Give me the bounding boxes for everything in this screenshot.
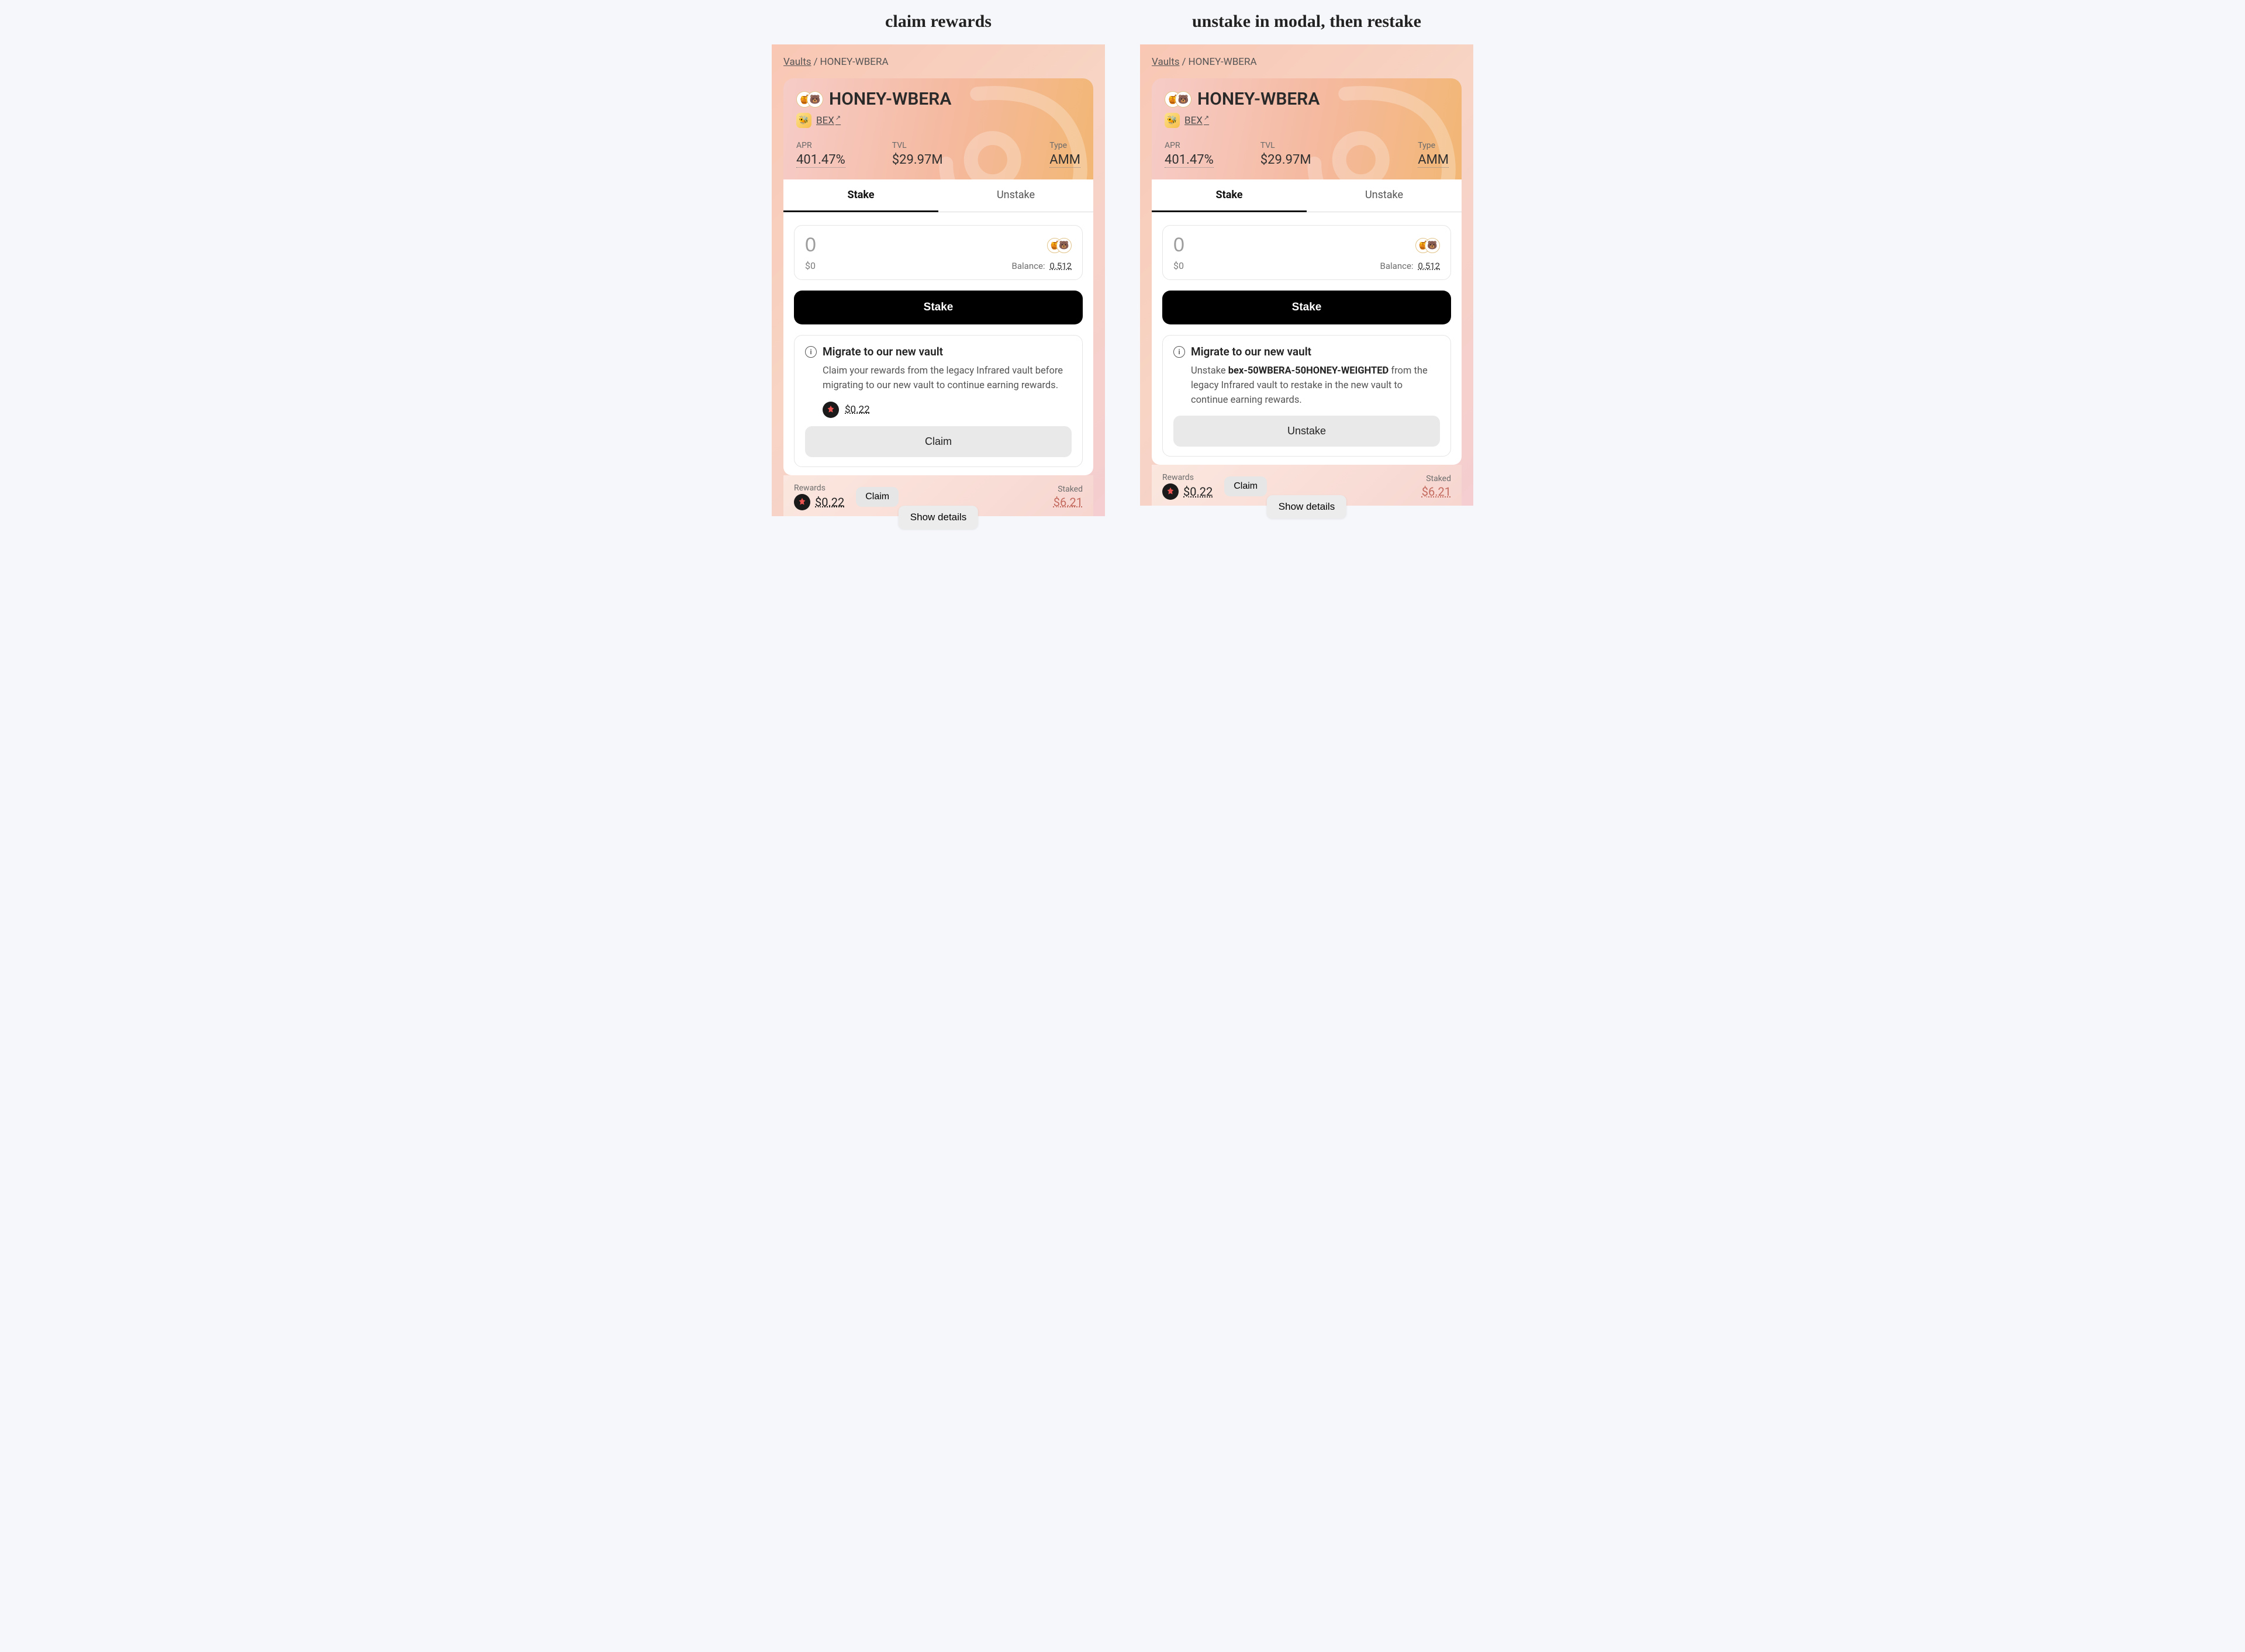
- footer-bar: Rewards $0.22 Claim: [783, 475, 1093, 516]
- variant-heading-right: unstake in modal, then restake: [1192, 12, 1421, 32]
- balance-label: Balance:: [1012, 261, 1045, 271]
- breadcrumb: Vaults/HONEY-WBERA: [783, 56, 1093, 68]
- vault-header-card: 🍯 🐻 HONEY-WBERA 🐝 BEX↗: [1152, 78, 1462, 179]
- vault-screen-left: Vaults/HONEY-WBERA 🍯: [772, 44, 1105, 516]
- type-label: Type: [1418, 141, 1449, 150]
- breadcrumb: Vaults/HONEY-WBERA: [1152, 56, 1462, 68]
- tvl-label: TVL: [1260, 141, 1311, 150]
- type-label: Type: [1049, 141, 1080, 150]
- footer-rewards-value[interactable]: $0.22: [1183, 485, 1213, 499]
- footer-staked-label: Staked: [1054, 485, 1083, 494]
- vault-header-card: 🍯 🐻 HONEY-WBERA 🐝 BEX↗: [783, 78, 1093, 179]
- fiat-value: $0: [805, 260, 816, 271]
- token-pair-icons: 🍯 🐻: [796, 91, 823, 108]
- reward-token-icon: [1162, 483, 1179, 500]
- balance-value[interactable]: 0.512: [1418, 261, 1440, 271]
- footer-staked-label: Staked: [1422, 474, 1451, 483]
- apr-value[interactable]: 401.47%: [796, 153, 845, 168]
- migrate-body: Unstake bex-50WBERA-50HONEY-WEIGHTED fro…: [1191, 364, 1440, 407]
- apr-label: APR: [1165, 141, 1214, 150]
- info-icon: i: [1173, 346, 1185, 358]
- tvl-value: $29.97M: [892, 153, 943, 167]
- stake-button[interactable]: Stake: [1162, 291, 1451, 324]
- breadcrumb-root[interactable]: Vaults: [783, 56, 811, 68]
- vault-name: HONEY-WBERA: [1197, 89, 1320, 109]
- exchange-link[interactable]: BEX↗: [816, 114, 841, 127]
- exchange-link[interactable]: BEX↗: [1184, 114, 1209, 127]
- balance-value[interactable]: 0.512: [1049, 261, 1072, 271]
- footer-staked-value[interactable]: $6.21: [1422, 485, 1451, 499]
- reward-token-icon: [794, 494, 810, 510]
- show-details-button[interactable]: Show details: [899, 506, 978, 529]
- footer-bar: Rewards $0.22 Claim: [1152, 465, 1462, 506]
- footer-claim-button[interactable]: Claim: [1224, 476, 1267, 496]
- amount-input-card: 🍯 🐻 $0 Balance: 0.512: [1162, 225, 1451, 280]
- wbera-token-icon: 🐻: [1175, 91, 1191, 108]
- input-token-icons: 🍯 🐻: [1047, 238, 1072, 253]
- migrate-unstake-button[interactable]: Unstake: [1173, 416, 1440, 447]
- wbera-token-icon: 🐻: [1425, 238, 1440, 253]
- token-pair-icons: 🍯 🐻: [1165, 91, 1191, 108]
- bex-badge-icon: 🐝: [1165, 113, 1180, 128]
- amount-input-card: 🍯 🐻 $0 Balance: 0.512: [794, 225, 1083, 280]
- wbera-token-icon: 🐻: [807, 91, 823, 108]
- tab-unstake[interactable]: Unstake: [1307, 179, 1462, 212]
- show-details-button[interactable]: Show details: [1267, 495, 1346, 519]
- info-icon: i: [805, 346, 817, 358]
- migrate-reward-amount[interactable]: $0.22: [845, 404, 870, 416]
- migrate-body: Claim your rewards from the legacy Infra…: [823, 364, 1072, 393]
- breadcrumb-current: HONEY-WBERA: [820, 56, 889, 68]
- breadcrumb-current: HONEY-WBERA: [1189, 56, 1257, 68]
- footer-rewards-label: Rewards: [794, 483, 844, 493]
- balance-label: Balance:: [1380, 261, 1414, 271]
- wbera-token-icon: 🐻: [1056, 238, 1072, 253]
- stake-tabs: Stake Unstake: [783, 179, 1093, 212]
- footer-rewards-value[interactable]: $0.22: [815, 495, 844, 509]
- migrate-notice-card: i Migrate to our new vault Unstake bex-5…: [1162, 335, 1451, 457]
- fiat-value: $0: [1173, 260, 1184, 271]
- footer-claim-button[interactable]: Claim: [856, 487, 899, 507]
- vault-screen-right: Vaults/HONEY-WBERA 🍯: [1140, 44, 1473, 506]
- bex-badge-icon: 🐝: [796, 113, 811, 128]
- stake-tabs: Stake Unstake: [1152, 179, 1462, 212]
- tvl-value: $29.97M: [1260, 153, 1311, 167]
- amount-input[interactable]: [805, 234, 965, 257]
- apr-value[interactable]: 401.47%: [1165, 153, 1214, 168]
- breadcrumb-root[interactable]: Vaults: [1152, 56, 1180, 68]
- type-value[interactable]: AMM: [1049, 153, 1080, 168]
- variant-heading-left: claim rewards: [885, 12, 992, 32]
- external-link-icon: ↗: [835, 114, 841, 122]
- input-token-icons: 🍯 🐻: [1415, 238, 1440, 253]
- external-link-icon: ↗: [1204, 114, 1209, 122]
- footer-staked-value[interactable]: $6.21: [1054, 495, 1083, 509]
- apr-label: APR: [796, 141, 845, 150]
- tab-unstake[interactable]: Unstake: [938, 179, 1093, 212]
- migrate-title: Migrate to our new vault: [823, 345, 943, 358]
- stake-button[interactable]: Stake: [794, 291, 1083, 324]
- reward-token-icon: [823, 402, 839, 418]
- migrate-notice-card: i Migrate to our new vault Claim your re…: [794, 335, 1083, 467]
- tvl-label: TVL: [892, 141, 943, 150]
- type-value[interactable]: AMM: [1418, 153, 1449, 168]
- migrate-claim-button[interactable]: Claim: [805, 426, 1072, 457]
- footer-rewards-label: Rewards: [1162, 473, 1213, 482]
- vault-name: HONEY-WBERA: [829, 89, 951, 109]
- tab-stake[interactable]: Stake: [783, 179, 938, 212]
- amount-input[interactable]: [1173, 234, 1334, 257]
- migrate-title: Migrate to our new vault: [1191, 345, 1311, 358]
- tab-stake[interactable]: Stake: [1152, 179, 1307, 212]
